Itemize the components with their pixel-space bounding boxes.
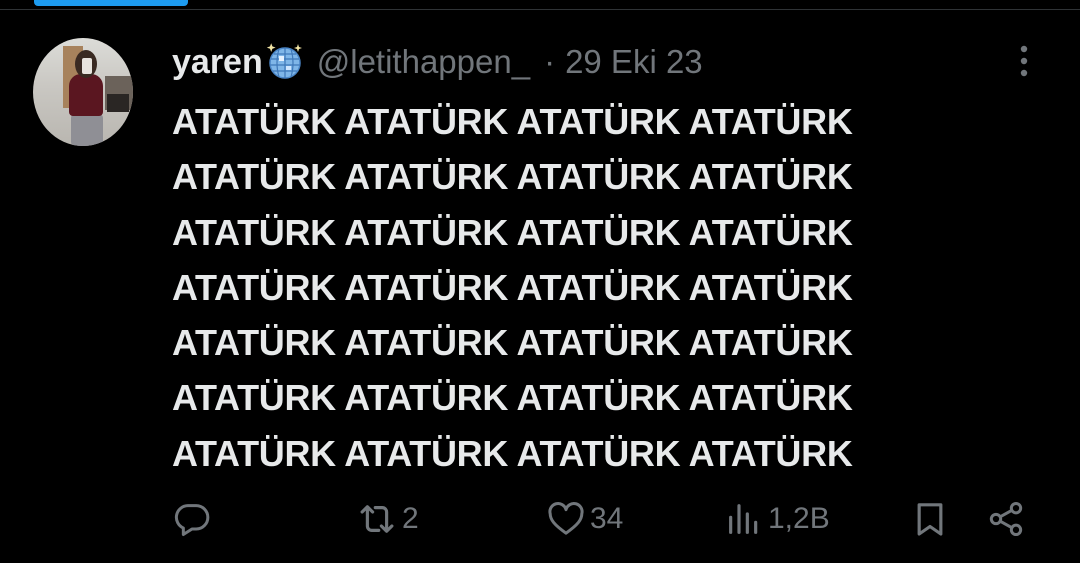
display-name[interactable]: yaren (172, 43, 263, 82)
reply-icon (172, 499, 212, 539)
like-count: 34 (590, 502, 624, 535)
views-count: 1,2B (768, 502, 830, 535)
retweet-icon (356, 498, 398, 540)
retweet-count: 2 (402, 502, 419, 535)
tweet-header: yaren @letithappen_ · 29 Eki 23 (172, 40, 703, 84)
tweet-text-line: ATATÜRK ATATÜRK ATATÜRK ATATÜRK (172, 156, 853, 198)
tweet-text-line: ATATÜRK ATATÜRK ATATÜRK ATATÜRK (172, 377, 853, 419)
tweet-text-line: ATATÜRK ATATÜRK ATATÜRK ATATÜRK (172, 101, 853, 142)
tweet-text: ATATÜRK ATATÜRK ATATÜRK ATATÜRK ATATÜRK … (172, 94, 1032, 481)
top-tab-indicator (34, 0, 188, 6)
bookmark-icon (910, 499, 950, 539)
user-handle[interactable]: @letithappen_ (317, 43, 530, 81)
more-options-icon[interactable] (1016, 44, 1032, 80)
separator-dot: · (544, 43, 556, 80)
tweet-text-line: ATATÜRK ATATÜRK ATATÜRK ATATÜRK (172, 322, 853, 364)
tweet-actions-bar: 2 34 1,2B (0, 495, 1080, 543)
bookmark-button[interactable] (910, 495, 950, 543)
tweet-date[interactable]: 29 Eki 23 (565, 43, 703, 81)
tweet-text-line: ATATÜRK ATATÜRK ATATÜRK ATATÜRK (172, 432, 853, 474)
views-button[interactable]: 1,2B (724, 495, 830, 543)
heart-icon (546, 499, 586, 539)
like-button[interactable]: 34 (546, 495, 623, 543)
reply-button[interactable] (172, 495, 216, 543)
mirror-ball-icon (265, 42, 305, 82)
avatar[interactable] (33, 38, 133, 146)
share-button[interactable] (986, 495, 1026, 543)
views-icon (724, 499, 764, 539)
tweet-text-line: ATATÜRK ATATÜRK ATATÜRK ATATÜRK (172, 266, 853, 308)
tweet-text-line: ATATÜRK ATATÜRK ATATÜRK ATATÜRK (172, 211, 853, 253)
retweet-button[interactable]: 2 (356, 495, 419, 543)
top-divider (0, 9, 1080, 10)
share-icon (986, 499, 1026, 539)
